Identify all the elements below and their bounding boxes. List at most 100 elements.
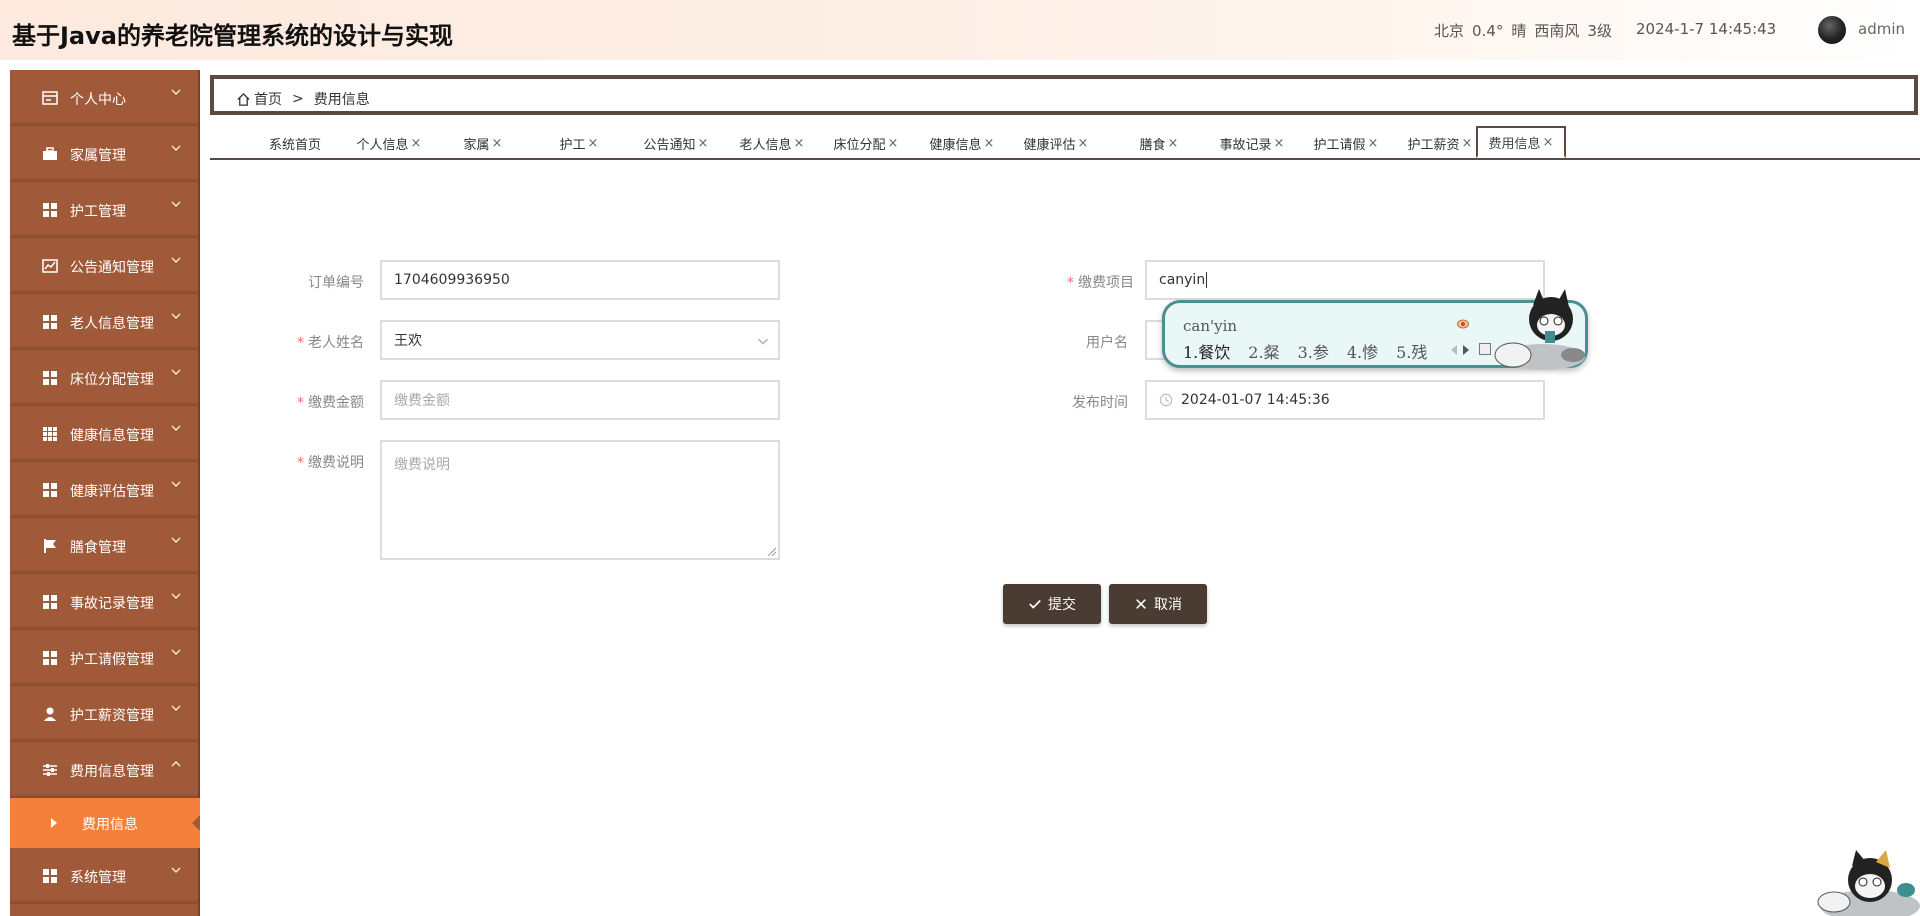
sidebar-item-caregiver[interactable]: 护工管理 [10, 182, 200, 238]
grid-icon [43, 315, 57, 329]
chevron-down-icon [758, 338, 768, 345]
ime-prev-icon[interactable] [1451, 345, 1457, 355]
tab-label: 护工薪资 [1407, 137, 1460, 153]
chevron-down-icon [171, 867, 181, 874]
weather-city: 北京 [1434, 22, 1465, 40]
tab-label: 老人信息 [739, 137, 792, 153]
sidebar: 个人中心 家属管理 护工管理 公告通知管理 老人信息管理 床位分配管理 健康信息… [10, 70, 200, 916]
elder-name-select[interactable]: 王欢 [380, 320, 780, 360]
close-icon[interactable]: × [1078, 136, 1089, 151]
grid-icon [43, 203, 57, 217]
sidebar-item-caregiver-leave[interactable]: 护工请假管理 [10, 630, 200, 686]
tab-label: 公告通知 [643, 137, 696, 153]
ime-next-icon[interactable] [1463, 345, 1469, 355]
flag-icon [44, 539, 56, 553]
ime-candidates: 1.餐饮 2.粲 3.参 4.惨 5.残 [1183, 339, 1445, 363]
close-icon[interactable]: × [888, 136, 899, 151]
sidebar-item-health-info[interactable]: 健康信息管理 [10, 406, 200, 462]
close-icon[interactable]: × [1462, 136, 1473, 151]
grid-icon [43, 371, 57, 385]
sidebar-item-elder-info[interactable]: 老人信息管理 [10, 294, 200, 350]
resize-handle[interactable] [766, 546, 776, 556]
close-icon[interactable]: × [492, 136, 503, 151]
sidebar-item-health-assessment[interactable]: 健康评估管理 [10, 462, 200, 518]
tab-caregiver-salary[interactable]: 护工薪资 × [1392, 128, 1488, 158]
sidebar-subitem-fee-info[interactable]: 费用信息 [10, 798, 200, 848]
tab-family[interactable]: 家属 × [438, 128, 528, 158]
username-label[interactable]: admin [1858, 20, 1905, 38]
tab-notice[interactable]: 公告通知 × [628, 128, 724, 158]
cancel-button[interactable]: 取消 [1109, 584, 1207, 624]
tab-personal-info[interactable]: 个人信息 × [344, 128, 434, 158]
sidebar-item-accidents[interactable]: 事故记录管理 [10, 574, 200, 630]
amount-input[interactable]: 缴费金额 [380, 380, 780, 420]
sidebar-item-label: 公告通知管理 [70, 260, 154, 276]
close-icon[interactable]: × [984, 136, 995, 151]
tab-bed-allocation[interactable]: 床位分配 × [818, 128, 914, 158]
breadcrumb-current: 费用信息 [313, 92, 370, 108]
tab-label: 事故记录 [1219, 137, 1272, 153]
publish-time-picker[interactable]: 2024-01-07 14:45:36 [1145, 380, 1545, 420]
sidebar-item-label: 健康评估管理 [70, 484, 154, 500]
avatar[interactable] [1816, 14, 1848, 46]
sidebar-item-system[interactable]: 系统管理 [10, 848, 200, 904]
sidebar-item-caregiver-salary[interactable]: 护工薪资管理 [10, 686, 200, 742]
username-field-label: 用户名 [1086, 335, 1128, 351]
ime-pinyin: can'yin [1183, 317, 1238, 335]
close-icon[interactable]: × [588, 136, 599, 151]
sidebar-item-label: 老人信息管理 [70, 316, 154, 332]
submit-button[interactable]: 提交 [1003, 584, 1101, 624]
tab-health-info[interactable]: 健康信息 × [914, 128, 1010, 158]
chevron-down-icon [171, 145, 181, 152]
tab-accidents[interactable]: 事故记录 × [1204, 128, 1300, 158]
description-textarea[interactable]: 缴费说明 [380, 440, 780, 560]
tab-fee-info[interactable]: 费用信息 × [1476, 126, 1566, 158]
grid-icon [43, 651, 57, 665]
tab-caregiver-leave[interactable]: 护工请假 × [1298, 128, 1394, 158]
breadcrumb-home[interactable]: 首页 [254, 89, 282, 109]
ime-candidate-window: can'yin 1.餐饮 2.粲 3.参 4.惨 5.残 [1162, 289, 1588, 370]
ime-candidate[interactable]: 4.惨 [1347, 343, 1378, 362]
sidebar-item-label: 费用信息管理 [70, 764, 154, 780]
ime-candidate[interactable]: 2.粲 [1248, 343, 1279, 362]
sidebar-item-bed-allocation[interactable]: 床位分配管理 [10, 350, 200, 406]
mascot-icon [1817, 850, 1920, 916]
id-card-icon [42, 91, 58, 105]
sidebar-item-personal-center[interactable]: 个人中心 [10, 70, 200, 126]
close-icon[interactable]: × [411, 136, 422, 151]
breadcrumb: 首页 > 费用信息 [236, 89, 370, 109]
sidebar-item-meals[interactable]: 膳食管理 [10, 518, 200, 574]
tab-caregiver[interactable]: 护工 × [534, 128, 624, 158]
sidebar-item-notice[interactable]: 公告通知管理 [10, 238, 200, 294]
ime-candidate[interactable]: 5.残 [1396, 343, 1427, 362]
home-icon[interactable] [236, 92, 251, 107]
close-icon[interactable]: × [1168, 136, 1179, 151]
chart-icon [42, 259, 58, 273]
tab-health-assessment[interactable]: 健康评估 × [1008, 128, 1104, 158]
tab-system-home[interactable]: 系统首页 [250, 128, 340, 158]
briefcase-icon [43, 147, 57, 160]
close-icon[interactable]: × [794, 136, 805, 151]
ime-candidate[interactable]: 3.参 [1298, 343, 1329, 362]
table-icon [43, 427, 57, 441]
chevron-down-icon [171, 257, 181, 264]
tab-label: 膳食 [1139, 137, 1166, 153]
sidebar-item-fee-info[interactable]: 费用信息管理 [10, 742, 200, 798]
text-cursor [1206, 272, 1208, 288]
tab-label: 家属 [463, 137, 490, 153]
close-icon[interactable]: × [1543, 135, 1554, 150]
tab-meals[interactable]: 膳食 × [1114, 128, 1204, 158]
sidebar-item-family[interactable]: 家属管理 [10, 126, 200, 182]
caret-right-icon [51, 818, 57, 828]
close-icon[interactable]: × [1274, 136, 1285, 151]
order-no-input[interactable]: 1704609936950 [380, 260, 780, 300]
close-icon[interactable]: × [698, 136, 709, 151]
breadcrumb-bar: 首页 > 费用信息 [210, 75, 1918, 115]
ime-candidate[interactable]: 1.餐饮 [1183, 343, 1230, 362]
close-icon[interactable]: × [1368, 136, 1379, 151]
item-label: * 缴费项目 [1067, 275, 1134, 291]
tab-label: 健康评估 [1023, 137, 1076, 153]
sidebar-item-label: 家属管理 [70, 148, 126, 164]
tab-elder-info[interactable]: 老人信息 × [724, 128, 820, 158]
chevron-down-icon [171, 89, 181, 96]
